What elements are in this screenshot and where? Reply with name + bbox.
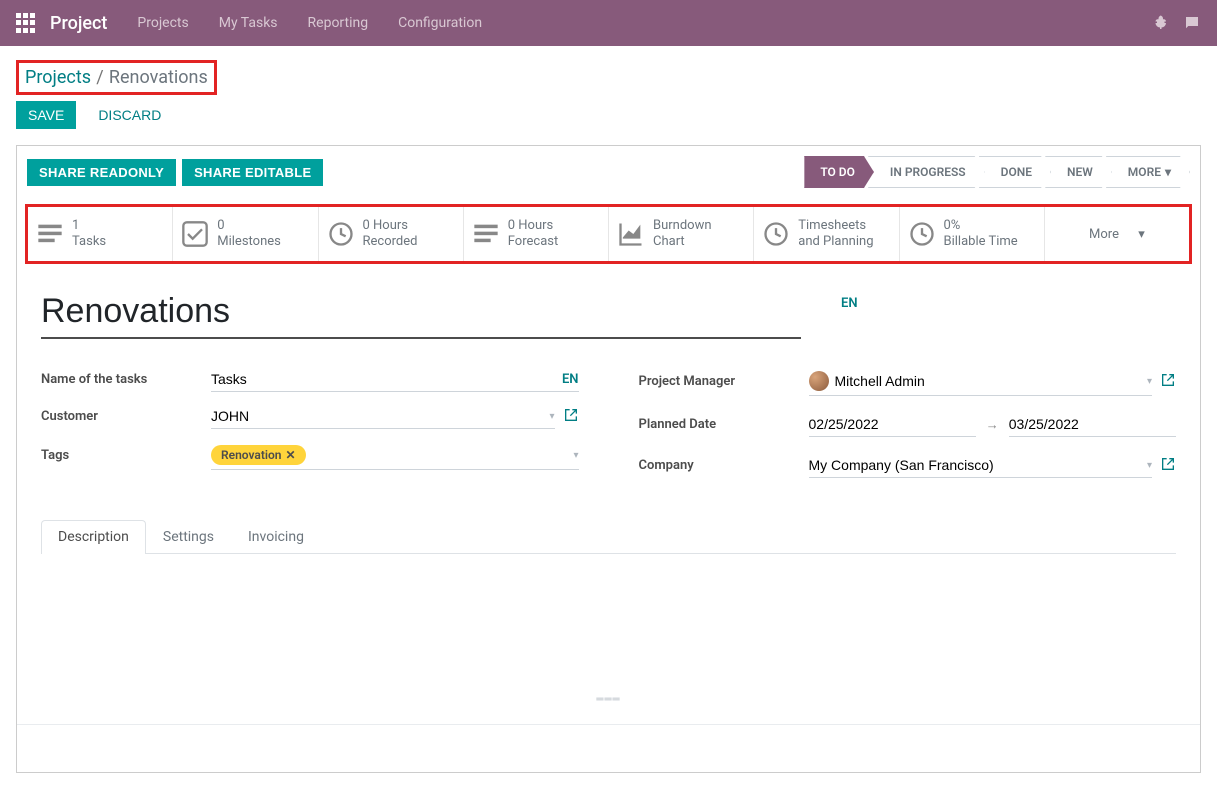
label-planned-date: Planned Date (639, 417, 809, 432)
label-project-manager: Project Manager (639, 374, 809, 389)
resize-handle[interactable]: ═══ (41, 694, 1176, 704)
status-more[interactable]: MORE ▾ (1106, 156, 1190, 188)
tab-description[interactable]: Description (41, 520, 146, 554)
name-of-tasks-input[interactable] (211, 371, 556, 387)
date-start-input[interactable] (809, 412, 976, 437)
company-input[interactable] (809, 457, 1141, 473)
label-name-of-tasks: Name of the tasks (41, 372, 211, 387)
chat-icon[interactable] (1183, 14, 1201, 32)
stat-forecast[interactable]: 0 HoursForecast (464, 207, 609, 261)
nav-projects[interactable]: Projects (137, 15, 188, 31)
status-in-progress[interactable]: IN PROGRESS (868, 156, 985, 188)
status-new[interactable]: NEW (1045, 156, 1112, 188)
external-link-icon[interactable] (563, 407, 579, 427)
clock-icon (327, 220, 355, 248)
form-sheet: SHARE READONLY SHARE EDITABLE TO DO IN P… (16, 145, 1201, 773)
chevron-down-icon[interactable]: ▾ (1147, 460, 1152, 471)
stat-burndown[interactable]: BurndownChart (609, 207, 754, 261)
chevron-down-icon: ▾ (1165, 165, 1171, 179)
chevron-down-icon: ▾ (1138, 227, 1145, 242)
status-done[interactable]: DONE (979, 156, 1051, 188)
label-tags: Tags (41, 448, 211, 463)
breadcrumb: Projects / Renovations (16, 60, 217, 95)
top-navbar: Project Projects My Tasks Reporting Conf… (0, 0, 1217, 46)
project-manager-input[interactable] (835, 373, 1141, 389)
stat-tasks[interactable]: 1Tasks (28, 207, 173, 261)
label-customer: Customer (41, 409, 211, 424)
tab-content[interactable] (41, 554, 1176, 694)
lang-badge[interactable]: EN (841, 296, 858, 311)
project-title-input[interactable] (41, 290, 801, 339)
stat-milestones[interactable]: 0Milestones (173, 207, 318, 261)
status-todo[interactable]: TO DO (804, 156, 874, 188)
clock-icon (762, 220, 790, 248)
chevron-down-icon[interactable]: ▾ (573, 450, 578, 461)
tag-label: Renovation (221, 448, 282, 462)
lang-badge-small[interactable]: EN (562, 372, 579, 387)
apps-icon[interactable] (16, 13, 36, 33)
share-readonly-button[interactable]: SHARE READONLY (27, 159, 176, 186)
external-link-icon[interactable] (1160, 456, 1176, 476)
tab-invoicing[interactable]: Invoicing (231, 520, 321, 553)
arrow-right-icon: → (986, 417, 999, 433)
stat-timesheets[interactable]: Timesheets and Planning (754, 207, 899, 261)
stat-recorded[interactable]: 0 HoursRecorded (319, 207, 464, 261)
chevron-down-icon[interactable]: ▾ (1147, 376, 1152, 387)
label-company: Company (639, 458, 809, 473)
avatar (809, 371, 829, 391)
status-bar: TO DO IN PROGRESS DONE NEW MORE ▾ (804, 156, 1190, 188)
discard-button[interactable]: DISCARD (86, 101, 173, 129)
form-tabs: Description Settings Invoicing (41, 520, 1176, 554)
clock-icon (908, 220, 936, 248)
stat-buttons-row: 1Tasks 0Milestones 0 HoursRecorded 0 Hou… (25, 204, 1192, 264)
share-editable-button[interactable]: SHARE EDITABLE (182, 159, 323, 186)
bug-icon[interactable] (1151, 14, 1169, 32)
chart-icon (617, 220, 645, 248)
breadcrumb-parent[interactable]: Projects (25, 67, 91, 88)
nav-reporting[interactable]: Reporting (308, 15, 369, 31)
external-link-icon[interactable] (1160, 372, 1176, 392)
stat-billable[interactable]: 0%Billable Time (900, 207, 1045, 261)
tag-remove-icon[interactable]: ✕ (286, 448, 296, 462)
nav-my-tasks[interactable]: My Tasks (219, 15, 278, 31)
date-end-input[interactable] (1009, 412, 1176, 437)
breadcrumb-separator: / (96, 67, 103, 88)
tag-pill: Renovation ✕ (211, 445, 306, 465)
chevron-down-icon[interactable]: ▾ (549, 411, 554, 422)
nav-configuration[interactable]: Configuration (398, 15, 482, 31)
stat-more[interactable]: More ▾ (1045, 207, 1189, 261)
app-brand: Project (50, 13, 107, 34)
check-icon (181, 220, 209, 248)
customer-input[interactable] (211, 408, 543, 424)
list-icon (36, 220, 64, 248)
save-button[interactable]: SAVE (16, 101, 76, 129)
bottom-strip (17, 724, 1200, 772)
tab-settings[interactable]: Settings (146, 520, 231, 553)
breadcrumb-current: Renovations (109, 67, 208, 88)
list-icon (472, 220, 500, 248)
